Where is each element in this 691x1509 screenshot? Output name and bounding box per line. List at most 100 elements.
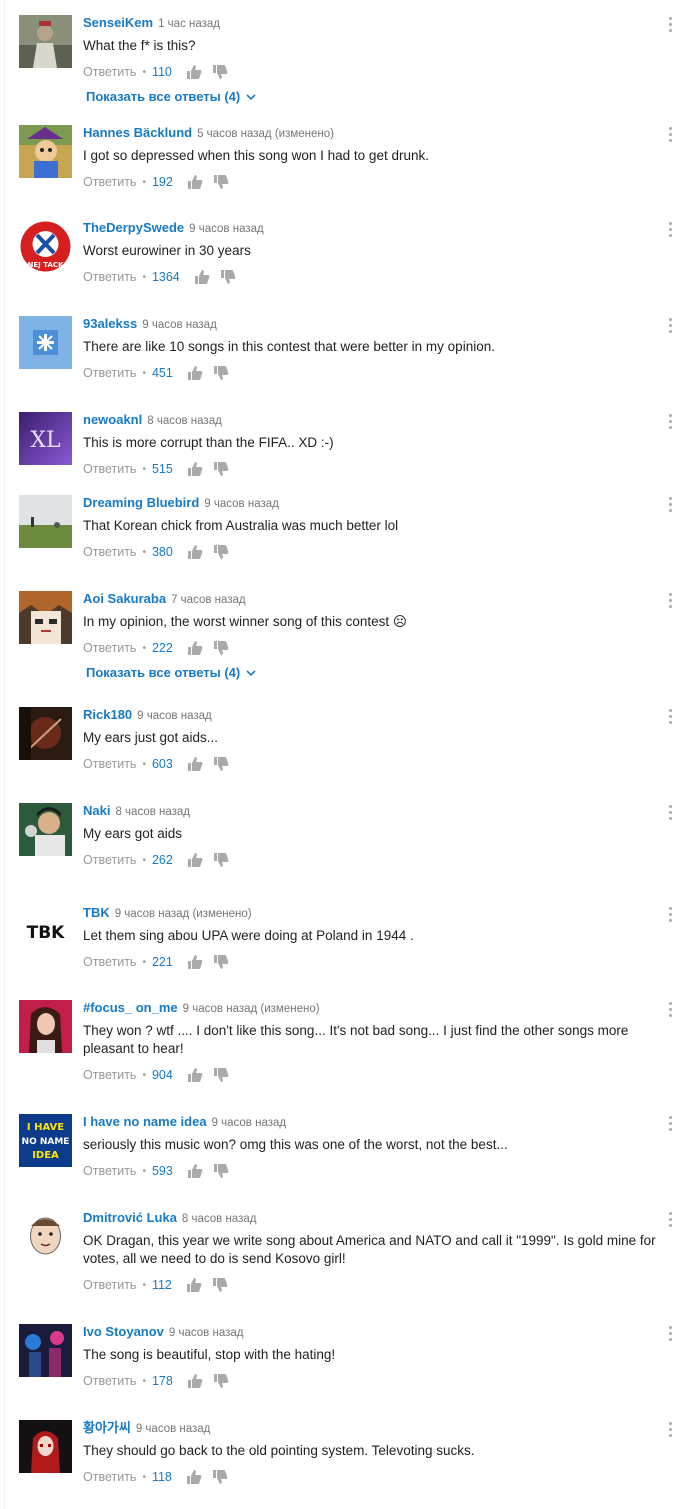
author-link[interactable]: TheDerpySwede [83, 220, 184, 235]
timestamp[interactable]: 7 часов назад [171, 594, 246, 606]
thumbs-down-icon[interactable] [213, 461, 229, 477]
author-link[interactable]: Aoi Sakuraba [83, 591, 166, 606]
thumbs-up-icon[interactable] [187, 954, 203, 970]
author-link[interactable]: newoaknl [83, 412, 142, 427]
thumbs-up-icon[interactable] [194, 269, 210, 285]
reply-button[interactable]: Ответить [83, 1278, 136, 1292]
thumbs-up-icon[interactable] [187, 640, 203, 656]
timestamp[interactable]: 9 часов назад [137, 710, 212, 722]
timestamp[interactable]: 9 часов назад [142, 319, 217, 331]
reply-button[interactable]: Ответить [83, 1470, 136, 1484]
reply-button[interactable]: Ответить [83, 853, 136, 867]
thumbs-down-icon[interactable] [212, 1469, 228, 1485]
avatar[interactable] [19, 803, 72, 856]
author-link[interactable]: I have no name idea [83, 1114, 207, 1129]
thumbs-up-icon[interactable] [187, 852, 203, 868]
reply-button[interactable]: Ответить [83, 641, 136, 655]
avatar[interactable] [19, 495, 72, 548]
timestamp[interactable]: 9 часов назад [212, 1117, 287, 1129]
avatar[interactable]: TBK [19, 905, 72, 958]
author-link[interactable]: 황아가씨 [83, 1420, 131, 1435]
thumbs-up-icon[interactable] [186, 1469, 202, 1485]
reply-button[interactable]: Ответить [83, 462, 136, 476]
author-link[interactable]: 93alekss [83, 316, 137, 331]
thumbs-up-icon[interactable] [187, 756, 203, 772]
author-link[interactable]: Rick180 [83, 707, 132, 722]
thumbs-up-icon[interactable] [187, 1163, 203, 1179]
avatar[interactable] [19, 591, 72, 644]
thumbs-down-icon[interactable] [213, 756, 229, 772]
thumbs-up-icon[interactable] [187, 174, 203, 190]
avatar[interactable] [19, 1210, 72, 1263]
more-options-icon[interactable] [667, 318, 673, 336]
more-options-icon[interactable] [667, 1116, 673, 1134]
thumbs-up-icon[interactable] [187, 1067, 203, 1083]
thumbs-down-icon[interactable] [213, 1067, 229, 1083]
avatar[interactable] [19, 15, 72, 68]
thumbs-down-icon[interactable] [213, 640, 229, 656]
reply-button[interactable]: Ответить [83, 1374, 136, 1388]
reply-button[interactable]: Ответить [83, 175, 136, 189]
thumbs-down-icon[interactable] [213, 954, 229, 970]
avatar[interactable]: NEJ TACK [19, 220, 72, 273]
avatar[interactable]: I HAVE NO NAME IDEA [19, 1114, 72, 1167]
avatar[interactable] [19, 1324, 72, 1377]
more-options-icon[interactable] [667, 1326, 673, 1344]
timestamp[interactable]: 9 часов назад [169, 1327, 244, 1339]
author-link[interactable]: Dreaming Bluebird [83, 495, 199, 510]
thumbs-down-icon[interactable] [213, 174, 229, 190]
timestamp[interactable]: 5 часов назад (изменено) [197, 128, 334, 140]
author-link[interactable]: Naki [83, 803, 110, 818]
thumbs-up-icon[interactable] [187, 461, 203, 477]
reply-button[interactable]: Ответить [83, 545, 136, 559]
author-link[interactable]: TBK [83, 905, 110, 920]
more-options-icon[interactable] [667, 222, 673, 240]
thumbs-down-icon[interactable] [213, 544, 229, 560]
timestamp[interactable]: 9 часов назад [136, 1423, 211, 1435]
reply-button[interactable]: Ответить [83, 1068, 136, 1082]
thumbs-down-icon[interactable] [220, 269, 236, 285]
thumbs-down-icon[interactable] [213, 1373, 229, 1389]
thumbs-down-icon[interactable] [213, 852, 229, 868]
reply-button[interactable]: Ответить [83, 366, 136, 380]
timestamp[interactable]: 9 часов назад (изменено) [115, 908, 252, 920]
timestamp[interactable]: 8 часов назад [115, 806, 190, 818]
reply-button[interactable]: Ответить [83, 1164, 136, 1178]
author-link[interactable]: #focus_ on_me [83, 1000, 178, 1015]
avatar[interactable] [19, 1420, 72, 1473]
reply-button[interactable]: Ответить [83, 757, 136, 771]
author-link[interactable]: Ivo Stoyanov [83, 1324, 164, 1339]
reply-button[interactable]: Ответить [83, 65, 136, 79]
thumbs-down-icon[interactable] [213, 365, 229, 381]
more-options-icon[interactable] [667, 805, 673, 823]
thumbs-up-icon[interactable] [186, 1277, 202, 1293]
more-options-icon[interactable] [667, 1002, 673, 1020]
thumbs-down-icon[interactable] [213, 1163, 229, 1179]
thumbs-up-icon[interactable] [186, 64, 202, 80]
author-link[interactable]: Hannes Bäcklund [83, 125, 192, 140]
timestamp[interactable]: 1 час назад [158, 18, 220, 30]
avatar[interactable] [19, 707, 72, 760]
timestamp[interactable]: 9 часов назад (изменено) [183, 1003, 320, 1015]
timestamp[interactable]: 8 часов назад [182, 1213, 257, 1225]
show-replies-button[interactable]: Показать все ответы (4) [86, 665, 256, 680]
timestamp[interactable]: 8 часов назад [147, 415, 222, 427]
avatar[interactable]: XL [19, 412, 72, 465]
avatar[interactable] [19, 125, 72, 178]
more-options-icon[interactable] [667, 497, 673, 515]
more-options-icon[interactable] [667, 127, 673, 145]
author-link[interactable]: Dmitrović Luka [83, 1210, 177, 1225]
thumbs-up-icon[interactable] [187, 1373, 203, 1389]
reply-button[interactable]: Ответить [83, 955, 136, 969]
thumbs-down-icon[interactable] [212, 64, 228, 80]
more-options-icon[interactable] [667, 17, 673, 35]
author-link[interactable]: SenseiKem [83, 15, 153, 30]
timestamp[interactable]: 9 часов назад [204, 498, 279, 510]
thumbs-down-icon[interactable] [212, 1277, 228, 1293]
avatar[interactable] [19, 316, 72, 369]
more-options-icon[interactable] [667, 907, 673, 925]
thumbs-up-icon[interactable] [187, 544, 203, 560]
more-options-icon[interactable] [667, 414, 673, 432]
more-options-icon[interactable] [667, 1422, 673, 1440]
more-options-icon[interactable] [667, 593, 673, 611]
